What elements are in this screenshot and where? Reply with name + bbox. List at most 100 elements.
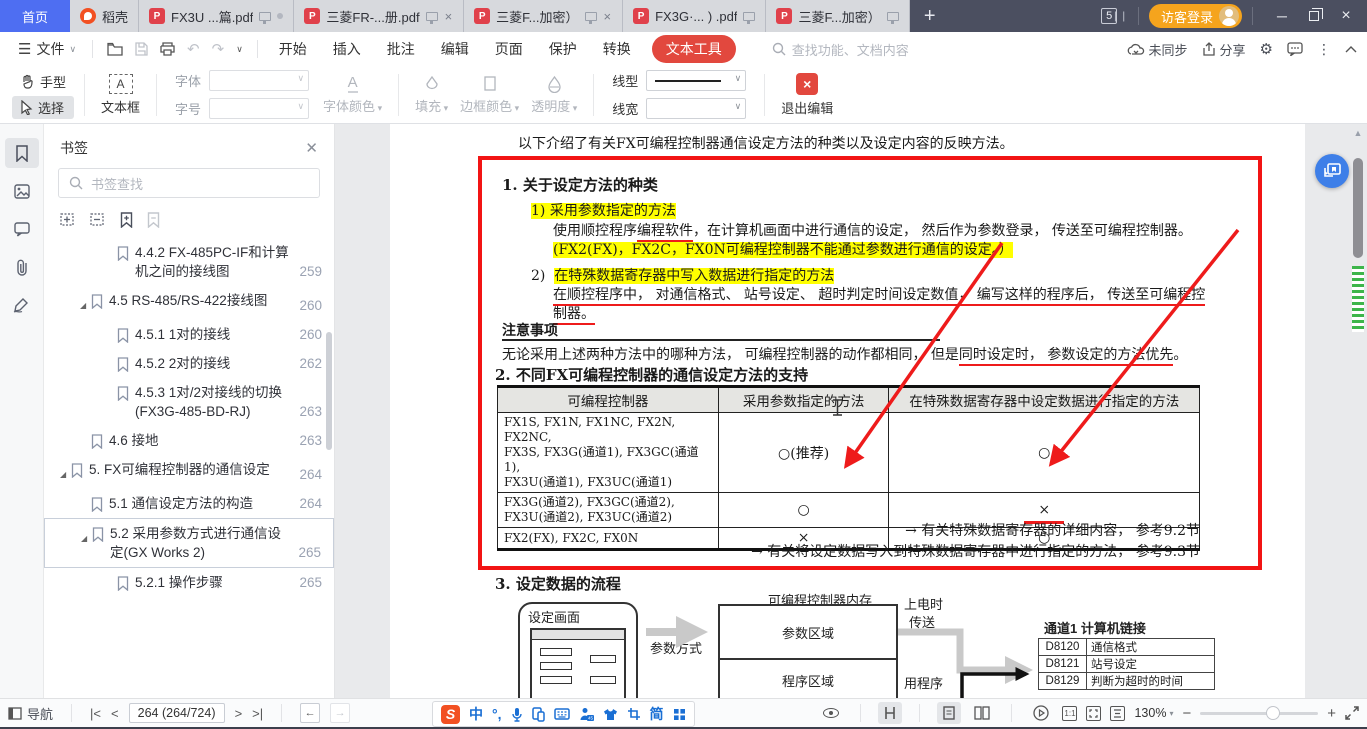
ime-skin-person-icon[interactable]: 45 bbox=[579, 707, 594, 721]
bookmark-item[interactable]: ◢5. FX可编程控制器的通信设定264 bbox=[44, 455, 334, 489]
bookmark-item[interactable]: ◢5.2 采用参数方式进行通信设定(GX Works 2)265 bbox=[44, 518, 334, 568]
collapse-all-button[interactable] bbox=[90, 212, 106, 228]
first-page-button[interactable]: |< bbox=[90, 706, 101, 721]
line-width-dropdown[interactable] bbox=[646, 98, 746, 119]
fit-width-button[interactable] bbox=[1110, 706, 1125, 721]
quickbar-more-icon[interactable]: ∨ bbox=[236, 44, 243, 55]
view-back-button[interactable]: ← bbox=[300, 703, 320, 723]
thumbnails-panel-button[interactable] bbox=[5, 176, 39, 206]
menu-item-5[interactable]: 保护 bbox=[536, 39, 590, 59]
minimize-button[interactable]: ─ bbox=[1267, 2, 1297, 30]
bookmark-scrollbar[interactable] bbox=[326, 332, 332, 450]
text-tool-tab[interactable]: 文本工具 bbox=[652, 35, 736, 63]
zoom-level-dropdown[interactable]: 130% ▾ bbox=[1134, 706, 1173, 720]
ime-toolbox-icon[interactable] bbox=[673, 708, 686, 721]
hand-tool-button[interactable]: 手型 bbox=[12, 70, 74, 93]
export-image-float-button[interactable] bbox=[1315, 154, 1349, 188]
share-button[interactable]: 分享 bbox=[1202, 40, 1246, 59]
ime-screenshot-icon[interactable] bbox=[627, 707, 641, 721]
tab-list-button[interactable]: 5 ❘❘ bbox=[1101, 8, 1128, 24]
sync-status[interactable]: 未同步 bbox=[1127, 40, 1188, 59]
fill-color-button[interactable]: 填充 ▾ bbox=[409, 75, 454, 115]
eye-protect-button[interactable] bbox=[819, 702, 843, 724]
font-size-dropdown[interactable] bbox=[209, 98, 309, 119]
zoom-slider-knob[interactable] bbox=[1266, 706, 1280, 720]
comment-feedback-icon[interactable] bbox=[1287, 42, 1303, 56]
settings-gear-icon[interactable]: ⚙ bbox=[1260, 40, 1273, 58]
guest-login-button[interactable]: 访客登录 bbox=[1149, 4, 1242, 28]
page-number-input[interactable]: 264 (264/724) bbox=[129, 703, 225, 723]
ime-phone-icon[interactable] bbox=[532, 707, 545, 722]
bookmark-item[interactable]: 4.5.2 2对的接线262 bbox=[44, 349, 334, 378]
zoom-out-button[interactable]: − bbox=[1182, 705, 1191, 722]
ime-keyboard-icon[interactable] bbox=[554, 708, 570, 720]
open-file-icon[interactable] bbox=[107, 42, 123, 56]
more-menu-icon[interactable]: ⋮ bbox=[1317, 41, 1331, 58]
line-type-dropdown[interactable] bbox=[646, 70, 746, 91]
signature-panel-button[interactable] bbox=[5, 290, 39, 320]
ime-mode-chinese[interactable]: 中 bbox=[469, 704, 483, 724]
close-window-button[interactable]: × bbox=[1331, 2, 1361, 30]
remove-bookmark-button[interactable] bbox=[147, 212, 160, 228]
tab-document-4[interactable]: P三菱F...加密）× bbox=[464, 0, 623, 32]
expand-triangle-icon[interactable]: ◢ bbox=[80, 296, 90, 315]
prev-page-button[interactable]: < bbox=[111, 706, 119, 721]
border-color-button[interactable]: 边框颜色 ▾ bbox=[454, 75, 525, 115]
menu-item-4[interactable]: 页面 bbox=[482, 39, 536, 59]
menu-item-1[interactable]: 插入 bbox=[320, 39, 374, 59]
tab-document-2[interactable]: PFX3U ...篇.pdf bbox=[139, 0, 294, 32]
tab-home[interactable]: 首页 bbox=[0, 0, 70, 32]
play-read-button[interactable] bbox=[1029, 702, 1053, 724]
bookmark-item[interactable]: 5.2.1 操作步骤265 bbox=[44, 568, 334, 597]
new-tab-button[interactable]: + bbox=[910, 0, 950, 32]
tab-document-3[interactable]: P三菱FR-...册.pdf× bbox=[294, 0, 464, 32]
font-color-button[interactable]: A 字体颜色 ▾ bbox=[317, 74, 388, 115]
scroll-up-icon[interactable]: ▲ bbox=[1352, 128, 1364, 138]
bookmark-search-input[interactable]: 书签查找 bbox=[58, 168, 320, 198]
attachments-panel-button[interactable] bbox=[5, 252, 39, 282]
zoom-slider[interactable] bbox=[1200, 712, 1318, 715]
font-family-dropdown[interactable] bbox=[209, 70, 309, 91]
expand-triangle-icon[interactable]: ◢ bbox=[60, 465, 70, 484]
comments-panel-button[interactable] bbox=[5, 214, 39, 244]
collapse-ribbon-icon[interactable] bbox=[1345, 46, 1357, 53]
vertical-scrollbar[interactable]: ▲ bbox=[1352, 128, 1364, 694]
textbox-button[interactable]: A 文本框 bbox=[95, 74, 146, 116]
save-icon[interactable] bbox=[135, 42, 148, 56]
scroll-mode-button[interactable] bbox=[878, 702, 902, 724]
two-page-button[interactable] bbox=[970, 702, 994, 724]
bookmark-item[interactable]: 4.6 接地263 bbox=[44, 426, 334, 455]
bookmark-item[interactable]: 4.4.2 FX-485PC-IF和计算机之间的接线图259 bbox=[44, 238, 334, 286]
tab-close-icon[interactable]: × bbox=[603, 9, 613, 24]
opacity-button[interactable]: 透明度 ▾ bbox=[525, 75, 583, 115]
last-page-button[interactable]: >| bbox=[252, 706, 263, 721]
bookmarks-panel-button[interactable] bbox=[5, 138, 39, 168]
tab-close-icon[interactable]: × bbox=[444, 9, 454, 24]
ime-skin-shirt-icon[interactable] bbox=[603, 708, 618, 721]
expand-all-button[interactable] bbox=[60, 212, 76, 228]
single-page-button[interactable] bbox=[937, 702, 961, 724]
menu-item-2[interactable]: 批注 bbox=[374, 39, 428, 59]
undo-icon[interactable]: ↶ bbox=[187, 40, 200, 58]
tab-docer[interactable]: 稻壳 bbox=[70, 0, 139, 32]
exit-edit-button[interactable]: × 退出编辑 bbox=[775, 73, 839, 117]
menu-item-0[interactable]: 开始 bbox=[266, 39, 320, 59]
fullscreen-button[interactable] bbox=[1345, 706, 1359, 720]
select-tool-button[interactable]: 选择 bbox=[12, 96, 74, 119]
view-forward-button[interactable]: → bbox=[330, 703, 350, 723]
ime-simplified-toggle[interactable]: 简 bbox=[650, 704, 664, 724]
zoom-in-button[interactable]: + bbox=[1327, 705, 1336, 722]
ime-mic-icon[interactable] bbox=[511, 707, 523, 722]
tab-document-6[interactable]: P三菱F...加密） bbox=[766, 0, 909, 32]
close-panel-icon[interactable]: ✕ bbox=[305, 139, 318, 157]
bookmark-item[interactable]: 5.1 通信设定方法的构造264 bbox=[44, 489, 334, 518]
global-search[interactable]: 查找功能、文档内容 bbox=[772, 40, 909, 59]
actual-size-button[interactable]: 1:1 bbox=[1062, 706, 1077, 721]
redo-icon[interactable]: ↷ bbox=[212, 40, 225, 58]
scrollbar-thumb[interactable] bbox=[1353, 158, 1363, 258]
print-icon[interactable] bbox=[160, 42, 175, 56]
bookmark-item[interactable]: 4.5.3 1对/2对接线的切换(FX3G-485-BD-RJ)263 bbox=[44, 378, 334, 426]
next-page-button[interactable]: > bbox=[235, 706, 243, 721]
tab-document-5[interactable]: PFX3G·... ) .pdf bbox=[623, 0, 766, 32]
expand-triangle-icon[interactable]: ◢ bbox=[81, 529, 91, 548]
